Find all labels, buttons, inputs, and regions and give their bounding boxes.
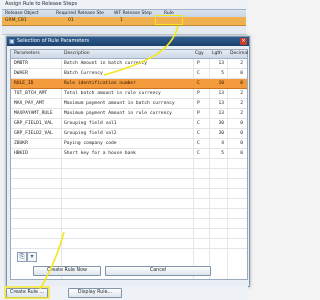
table-row[interactable]: GRP_FIELD1_VAL Grouping field val1 C 30 0 [11, 119, 247, 129]
cell-decimal: 0 [240, 141, 243, 146]
table-row-empty [11, 229, 247, 239]
cell-parameter: MAX_PAY_AMT [14, 101, 45, 106]
cell-description: Batch Amount in batch currency [64, 61, 147, 66]
close-icon[interactable]: × [240, 38, 247, 45]
table-row-empty [11, 169, 247, 179]
create-rule-now-button[interactable]: Create Rule Now [33, 266, 101, 276]
cell-decimal: 2 [240, 91, 243, 96]
cell-description: Paying company code [64, 141, 117, 146]
table-row[interactable]: GRP_FIELD2_VAL Grouping field val2 C 30 0 [11, 129, 247, 139]
cell-lgth: 13 [218, 111, 224, 116]
table-row[interactable]: DMBTR Batch Amount in batch currency P 13 2 [11, 59, 247, 69]
cell-cgy: C [197, 121, 200, 126]
dropdown-icon[interactable]: ▾ [27, 252, 37, 262]
cell-decimal: 2 [240, 61, 243, 66]
table-row-empty [11, 209, 247, 219]
col-required-release-step[interactable]: Required Release Ste [56, 10, 104, 17]
parameters-table-header: Parameters Description Cgy Lgth Decimal [11, 50, 248, 59]
release-object-value: GRM_CB1 [5, 18, 27, 23]
assign-table-header: Release Object Required Release Ste WF R… [2, 9, 246, 17]
create-rule-button[interactable]: Create Rule ... [6, 288, 48, 298]
cell-lgth: 4 [221, 141, 224, 146]
cell-decimal: 2 [240, 101, 243, 106]
table-row-selected[interactable]: RULE_ID Rule identification number C 10 0 [11, 79, 247, 89]
cell-description: Maximum payment Amount in rule currency [64, 111, 172, 116]
table-row[interactable]: ZBUKR Paying company code C 4 0 [11, 139, 247, 149]
cell-description: Rule identification number [64, 81, 136, 86]
wf-release-step-value: 1 [120, 18, 123, 23]
window-icon: ▣ [9, 38, 15, 45]
cell-parameter: HBKID [14, 151, 28, 156]
cell-parameter: MAXPAYAMT_RULE [14, 111, 53, 116]
table-row[interactable]: DWAER Batch Currency C 5 0 [11, 69, 247, 79]
cell-decimal: 0 [240, 151, 243, 156]
cell-cgy: C [197, 131, 200, 136]
dialog-title: Selection of Rule Parameters [17, 38, 90, 44]
cell-cgy: P [197, 101, 200, 106]
cell-cgy: C [197, 141, 200, 146]
cell-lgth: 5 [221, 71, 224, 76]
cell-decimal: 0 [240, 121, 243, 126]
cancel-button[interactable]: Cancel [105, 266, 211, 276]
cell-lgth: 10 [218, 81, 224, 86]
col-parameters[interactable]: Parameters [14, 50, 40, 58]
cell-parameter: ZBUKR [14, 141, 28, 146]
cell-parameter: TOT_BTCH_AMT [14, 91, 48, 96]
cell-cgy: C [197, 151, 200, 156]
table-row[interactable]: MAX_PAY_AMT Maximum payment amount in bat… [11, 99, 247, 109]
parameters-table: Parameters Description Cgy Lgth Decimal … [10, 49, 248, 280]
rule-parameters-dialog: ▣ Selection of Rule Parameters × Paramet… [6, 36, 250, 287]
cell-decimal: 0 [240, 71, 243, 76]
assign-panel-title: Assign Rule to Release Steps [5, 1, 78, 7]
cell-description: Grouping field val2 [64, 131, 117, 136]
col-lgth[interactable]: Lgth [212, 50, 222, 58]
cell-lgth: 13 [218, 91, 224, 96]
table-row-empty [11, 159, 247, 169]
cell-description: Batch Currency [64, 71, 103, 76]
cell-description: Maximum payment amount in batch currency [64, 101, 175, 106]
cell-parameter: DMBTR [14, 61, 28, 66]
cell-parameter: RULE_ID [14, 81, 34, 86]
cell-lgth: 30 [218, 121, 224, 126]
table-row-empty [11, 199, 247, 209]
cell-lgth: 13 [218, 61, 224, 66]
copy-icon[interactable]: ⎘ [17, 252, 27, 262]
col-decimal[interactable]: Decimal [230, 50, 248, 58]
cell-description: Grouping field val1 [64, 121, 117, 126]
cell-cgy: C [197, 81, 200, 86]
cell-decimal: 2 [240, 111, 243, 116]
cell-parameter: GRP_FIELD1_VAL [14, 121, 53, 126]
col-wf-release-step[interactable]: WF Release Step [114, 10, 152, 17]
cell-lgth: 13 [218, 101, 224, 106]
col-description[interactable]: Description [64, 50, 90, 58]
page-bottom-bar: Create Rule ... Display Rule... [0, 286, 248, 300]
cell-cgy: P [197, 111, 200, 116]
cell-lgth: 5 [221, 151, 224, 156]
cell-cgy: P [197, 61, 200, 66]
rule-highlight-annotation [155, 15, 183, 25]
cell-cgy: C [197, 71, 200, 76]
dialog-titlebar[interactable]: ▣ Selection of Rule Parameters × [7, 37, 249, 46]
cell-description: Short key for a house bank [64, 151, 136, 156]
cell-decimal: 0 [240, 131, 243, 136]
table-row[interactable]: MAXPAYAMT_RULE Maximum payment Amount in … [11, 109, 247, 119]
cell-decimal: 0 [240, 81, 243, 86]
cell-cgy: P [197, 91, 200, 96]
table-row-empty [11, 219, 247, 229]
table-row-empty [11, 239, 247, 249]
cell-description: Total batch amount in rule currency [64, 91, 161, 96]
required-release-step-value: 01 [68, 18, 74, 23]
cell-lgth: 30 [218, 131, 224, 136]
assign-table-empty-row [2, 26, 246, 35]
cell-parameter: DWAER [14, 71, 28, 76]
table-row-empty [11, 179, 247, 189]
display-rule-button[interactable]: Display Rule... [68, 288, 122, 298]
table-row[interactable]: HBKID Short key for a house bank C 5 0 [11, 149, 247, 159]
table-row-empty [11, 189, 247, 199]
cell-parameter: GRP_FIELD2_VAL [14, 131, 53, 136]
table-row[interactable]: TOT_BTCH_AMT Total batch amount in rule c… [11, 89, 247, 99]
assign-table-row[interactable]: GRM_CB1 01 1 [2, 17, 246, 26]
col-cgy[interactable]: Cgy [195, 50, 204, 58]
col-release-object[interactable]: Release Object [5, 10, 39, 17]
